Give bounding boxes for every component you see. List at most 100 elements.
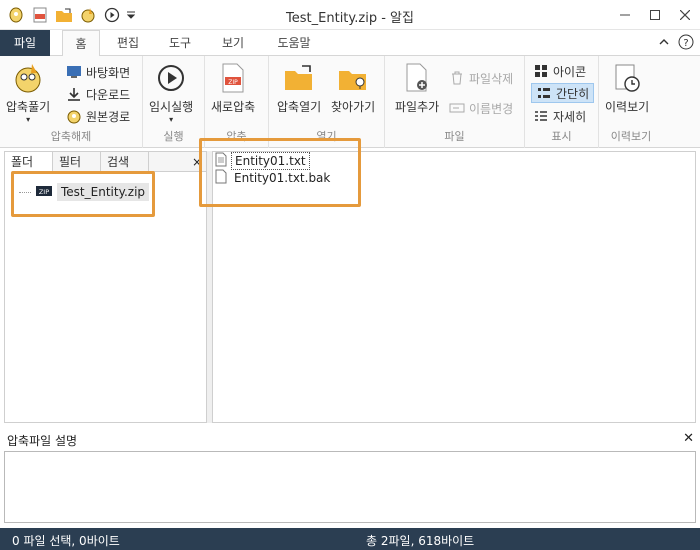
folder-panel: 폴더 필터 검색 × ZIP Test_Entity.zip <box>4 151 207 423</box>
find-button[interactable]: 찾아가기 <box>331 62 375 115</box>
open-zip-label: 압축열기 <box>277 100 322 114</box>
group-label-compress: 압축 <box>226 130 247 143</box>
extract-desktop-label: 바탕화면 <box>86 65 131 80</box>
status-bar: 0 파일 선택, 0바이트 총 2파일, 618바이트 <box>0 528 700 550</box>
tab-folder[interactable]: 폴더 <box>5 152 53 172</box>
svg-text:ZIP: ZIP <box>228 79 238 86</box>
zip-archive-icon: ZIP <box>35 183 53 202</box>
ribbon-group-history: 이력보기 이력보기 <box>599 56 663 148</box>
extract-original-button[interactable]: 원본경로 <box>66 106 130 126</box>
file-name: Entity01.txt.bak <box>234 171 331 185</box>
extract-download-button[interactable]: 다운로드 <box>66 84 130 104</box>
temp-run-label: 임시실행 <box>149 100 194 114</box>
tree-connector <box>19 191 31 193</box>
group-label-history: 이력보기 <box>610 130 652 143</box>
tab-filter[interactable]: 필터 <box>53 152 101 172</box>
find-folder-icon <box>337 62 369 94</box>
rename-icon <box>449 100 465 116</box>
view-icons-button[interactable]: 아이콘 <box>533 61 586 81</box>
download-icon <box>66 86 82 102</box>
ribbon-tabs: 파일 홈 편집 도구 보기 도움말 ? <box>0 30 700 57</box>
extract-download-label: 다운로드 <box>86 87 131 102</box>
tab-home[interactable]: 홈 <box>62 30 100 57</box>
tab-file[interactable]: 파일 <box>0 30 50 56</box>
tree-item-archive[interactable]: ZIP Test_Entity.zip <box>19 182 150 202</box>
close-icon[interactable] <box>670 0 700 30</box>
file-list: Entity01.txt Entity01.txt.bak <box>212 151 696 423</box>
open-zip-button[interactable]: 압축열기 <box>277 62 321 115</box>
trash-icon <box>449 70 465 86</box>
temp-run-button[interactable]: 임시실행 ▾ <box>149 62 193 124</box>
ribbon-group-run: 임시실행 ▾ 실행 <box>143 56 205 148</box>
ribbon-panel: 압축풀기 ▾ 바탕화면 다운로드 원본경로 압축해제 임시실행 ▾ 실행 ZIP… <box>0 56 700 148</box>
description-header: 압축파일 설명 ✕ <box>0 428 700 450</box>
new-zip-icon: ZIP <box>217 62 249 94</box>
rename-label: 이름변경 <box>469 101 514 116</box>
group-label-run: 실행 <box>163 130 184 143</box>
view-simple-label: 간단히 <box>556 86 590 101</box>
ribbon-group-file: 파일추가 파일삭제 이름변경 파일 <box>385 56 525 148</box>
text-file-icon <box>215 152 227 170</box>
window-title: Test_Entity.zip - 알집 <box>286 11 414 26</box>
view-icons-label: 아이콘 <box>553 64 587 79</box>
view-detail-label: 자세히 <box>553 109 587 124</box>
history-label: 이력보기 <box>605 100 650 114</box>
desktop-icon <box>66 64 82 80</box>
tab-search[interactable]: 검색 <box>101 152 149 172</box>
minimize-icon[interactable] <box>610 0 640 30</box>
file-icon <box>215 169 227 187</box>
delete-file-label: 파일삭제 <box>469 71 514 86</box>
play-icon <box>155 62 187 94</box>
ribbon-group-display: 아이콘 간단히 자세히 표시 <box>525 56 599 148</box>
view-detail-button[interactable]: 자세히 <box>533 106 586 126</box>
find-label: 찾아가기 <box>331 100 376 114</box>
group-label-extract: 압축해제 <box>50 130 92 143</box>
ribbon-group-open: 압축열기 찾아가기 열기 <box>269 56 385 148</box>
delete-file-button[interactable]: 파일삭제 <box>449 68 513 88</box>
extract-mascot-icon <box>12 62 44 94</box>
tab-help[interactable]: 도움말 <box>268 30 320 56</box>
svg-text:ZIP: ZIP <box>39 188 49 196</box>
view-simple-button[interactable]: 간단히 <box>531 83 595 103</box>
temp-run-dropdown-icon[interactable]: ▾ <box>169 115 173 124</box>
new-compress-label: 새로압축 <box>211 100 256 114</box>
title-bar: Test_Entity.zip - 알집 <box>0 0 700 30</box>
list-item[interactable]: Entity01.txt <box>215 152 310 170</box>
close-description-icon[interactable]: ✕ <box>683 431 694 446</box>
extract-original-label: 원본경로 <box>86 109 131 124</box>
extract-desktop-button[interactable]: 바탕화면 <box>66 62 130 82</box>
folder-panel-tabs: 폴더 필터 검색 × <box>5 152 206 172</box>
tab-tools[interactable]: 도구 <box>160 30 200 56</box>
list-item[interactable]: Entity01.txt.bak <box>215 169 333 187</box>
tree-item-label: Test_Entity.zip <box>57 183 150 201</box>
status-total: 총 2파일, 618바이트 <box>366 534 475 548</box>
grid-icon <box>533 63 549 79</box>
new-compress-button[interactable]: ZIP 새로압축 <box>211 62 255 115</box>
rename-button[interactable]: 이름변경 <box>449 98 513 118</box>
open-zip-folder-icon <box>283 62 315 94</box>
detail-list-icon <box>533 108 549 124</box>
maximize-icon[interactable] <box>640 0 670 30</box>
file-name: Entity01.txt <box>231 152 310 170</box>
add-file-button[interactable]: 파일추가 <box>395 62 439 115</box>
close-panel-icon[interactable]: × <box>192 152 202 172</box>
group-label-open: 열기 <box>316 130 337 143</box>
tab-edit[interactable]: 편집 <box>108 30 148 56</box>
add-file-icon <box>401 62 433 94</box>
extract-dropdown-icon[interactable]: ▾ <box>26 115 30 124</box>
window-controls <box>610 0 700 30</box>
extract-button[interactable]: 압축풀기 ▾ <box>6 62 50 124</box>
add-file-label: 파일추가 <box>395 100 440 114</box>
history-icon <box>611 62 643 94</box>
collapse-ribbon-icon[interactable] <box>658 36 670 51</box>
group-label-display: 표시 <box>551 130 572 143</box>
help-icon[interactable]: ? <box>678 34 694 53</box>
group-label-file: 파일 <box>444 130 465 143</box>
tab-view[interactable]: 보기 <box>213 30 253 56</box>
original-path-icon <box>66 108 82 124</box>
status-selection: 0 파일 선택, 0바이트 <box>12 534 120 548</box>
ribbon-group-compress: ZIP 새로압축 압축 <box>205 56 269 148</box>
description-textarea[interactable] <box>4 451 696 523</box>
history-button[interactable]: 이력보기 <box>605 62 649 115</box>
svg-text:?: ? <box>683 38 688 49</box>
